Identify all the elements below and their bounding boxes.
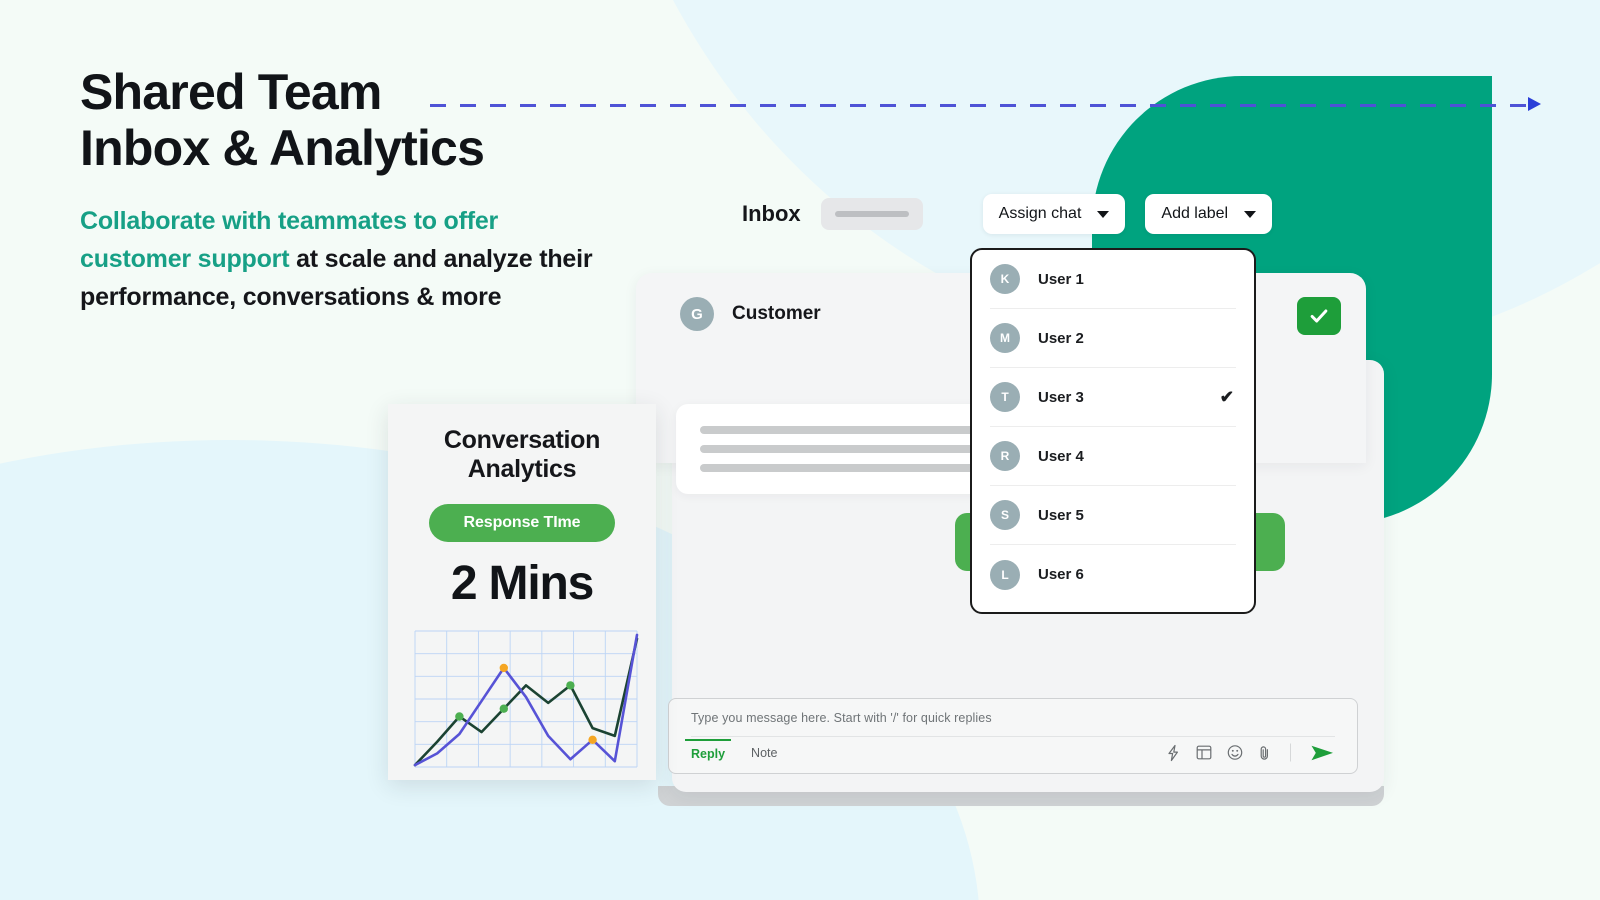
- inbox-label: Inbox: [742, 201, 801, 226]
- search-input-skeleton: [834, 211, 909, 217]
- customer-header: G Customer: [680, 297, 821, 331]
- avatar: R: [990, 441, 1020, 471]
- assignee-menu-item-label: User 1: [1038, 270, 1084, 288]
- assign-chat-dropdown[interactable]: Assign chat: [982, 194, 1126, 234]
- check-mark-icon: [1310, 309, 1328, 323]
- conversation-analytics-card: Conversation Analytics Response TIme 2 M…: [388, 404, 656, 780]
- inbox-toolbar: Inbox Assign chat Add label: [742, 194, 1273, 234]
- assignee-menu-item-label: User 6: [1038, 566, 1084, 583]
- icon-divider: [1290, 743, 1291, 762]
- hero-copy: Shared Team Inbox & Analytics Collaborat…: [80, 64, 600, 316]
- response-time-value: 2 Mins: [450, 557, 594, 610]
- assignee-menu-item[interactable]: R User 4: [990, 427, 1236, 486]
- avatar: K: [990, 264, 1020, 294]
- assignee-menu-item[interactable]: M User 2: [990, 309, 1236, 368]
- assignee-menu-item-label: User 4: [1038, 447, 1084, 465]
- assignee-menu-item-label: User 5: [1038, 506, 1084, 524]
- status-badge[interactable]: [1297, 297, 1341, 335]
- response-time-pill[interactable]: Response TIme: [429, 504, 615, 542]
- page-title: Shared Team Inbox & Analytics: [80, 64, 600, 176]
- avatar: M: [990, 323, 1020, 353]
- line-chart-canvas: [413, 630, 639, 768]
- check-mark-icon: ✔: [1219, 387, 1234, 407]
- search-input[interactable]: [820, 198, 923, 230]
- promo-graphic-canvas: Shared Team Inbox & Analytics Collaborat…: [0, 0, 1600, 900]
- analytics-card-title-line-2: Analytics: [467, 455, 577, 483]
- composer-tabs: Reply Note: [684, 738, 777, 761]
- tab-reply[interactable]: Reply: [684, 738, 732, 761]
- add-label-dropdown[interactable]: Add label: [1145, 194, 1273, 234]
- avatar: G: [680, 297, 714, 331]
- add-label-label: Add label: [1161, 205, 1229, 222]
- analytics-card-title-line-1: Conversation: [443, 426, 601, 454]
- assignee-menu-item-selected[interactable]: T User 3 ✔: [990, 368, 1236, 427]
- layout-icon[interactable]: [1196, 745, 1212, 761]
- chevron-down-icon: [1244, 210, 1257, 218]
- avatar: L: [990, 559, 1020, 590]
- avatar: T: [990, 382, 1020, 412]
- composer-toolbar: Reply Note: [684, 736, 1335, 768]
- composer-action-icons: [1166, 743, 1335, 762]
- emoji-icon[interactable]: [1227, 745, 1243, 761]
- customer-name: Customer: [732, 303, 821, 324]
- assign-chat-label: Assign chat: [998, 205, 1082, 222]
- analytics-card-title: Conversation Analytics: [388, 426, 656, 484]
- response-time-line-chart: [405, 625, 639, 773]
- assignee-menu-item[interactable]: K User 1: [990, 250, 1236, 309]
- send-icon[interactable]: [1310, 743, 1335, 762]
- assignee-dropdown-menu[interactable]: K User 1 M User 2 T User 3 ✔ R User 4 S …: [970, 248, 1256, 614]
- page-title-line-1: Shared Team: [80, 64, 382, 120]
- assignee-menu-item[interactable]: L User 6: [990, 545, 1236, 604]
- lightning-bolt-icon[interactable]: [1166, 744, 1181, 761]
- dashed-connector-arrow-icon: [1528, 97, 1541, 111]
- tab-note[interactable]: Note: [751, 746, 777, 760]
- chevron-down-icon: [1097, 210, 1110, 218]
- message-input-placeholder[interactable]: Type you message here. Start with '/' fo…: [691, 711, 1335, 725]
- assignee-menu-item-label: User 3: [1038, 388, 1084, 406]
- avatar: S: [990, 500, 1020, 530]
- attachment-icon[interactable]: [1258, 744, 1271, 761]
- assignee-menu-item-label: User 2: [1038, 329, 1084, 347]
- page-subtitle: Collaborate with teammates to offer cust…: [80, 202, 600, 316]
- message-composer[interactable]: Type you message here. Start with '/' fo…: [668, 698, 1358, 774]
- assignee-menu-item[interactable]: S User 5: [990, 486, 1236, 545]
- page-title-line-2: Inbox & Analytics: [80, 120, 485, 176]
